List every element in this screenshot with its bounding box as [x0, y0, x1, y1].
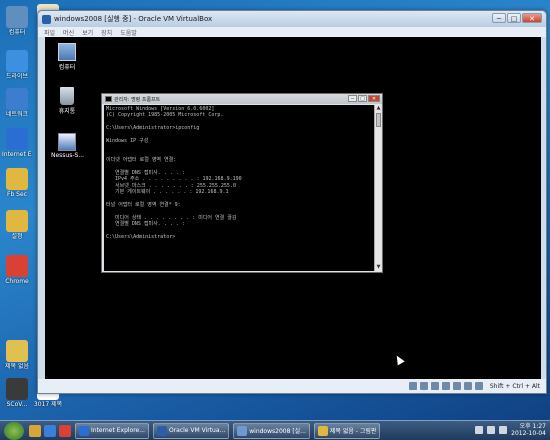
app-icon — [6, 6, 28, 28]
quick-launch-icon[interactable] — [44, 424, 56, 437]
desktop-icon[interactable]: Fb Sec — [2, 168, 32, 198]
taskbar-item-label: Internet Explore... — [91, 427, 145, 434]
nessus-icon — [58, 133, 76, 151]
cmd-icon — [105, 96, 112, 102]
desktop-icon-label: SCoV... — [6, 401, 28, 408]
taskbar-items: Internet Explore... Oracle VM Virtua... wi… — [71, 422, 381, 439]
taskbar-item-label: windows2008 [실... — [249, 428, 306, 435]
guest-icon-recycle-bin[interactable]: 휴지통 — [51, 87, 83, 115]
desktop-icon[interactable]: 컴퓨터 — [2, 6, 32, 36]
desktop-icon-label: Chrome — [5, 278, 29, 285]
clock[interactable]: 오후 1:27 2012-10-04 — [511, 423, 546, 437]
cd-status-icon[interactable] — [419, 382, 428, 390]
cmd-titlebar[interactable]: 관리자: 명령 프롬프트 ─ □ ✕ — [102, 94, 382, 104]
taskbar-app-icon — [317, 425, 328, 436]
scroll-thumb[interactable] — [376, 113, 381, 127]
scroll-up-arrow-icon[interactable]: ▲ — [375, 105, 382, 112]
quick-launch — [29, 424, 71, 437]
desktop-icon-label: 네트워크 — [5, 111, 29, 118]
guest-icon-computer[interactable]: 컴퓨터 — [51, 43, 83, 71]
app-icon — [6, 128, 28, 150]
quick-launch-icon[interactable] — [59, 424, 71, 437]
start-button[interactable] — [4, 421, 24, 440]
desktop-icon-label: 컴퓨터 — [8, 29, 26, 36]
desktop-icon-label: 제목 없음 — [5, 363, 29, 370]
recycle-bin-icon — [60, 87, 74, 105]
hdd-status-icon[interactable] — [408, 382, 417, 390]
app-icon — [6, 340, 28, 362]
app-icon — [6, 168, 28, 190]
menu-file[interactable]: 파일 — [44, 28, 55, 37]
desktop-icon[interactable]: 드라이브 — [2, 50, 32, 80]
taskbar-item[interactable]: windows2008 [실... — [233, 422, 310, 439]
desktop-icon[interactable]: 제목 없음 — [2, 340, 32, 370]
desktop-icon[interactable]: SCoV... — [2, 378, 32, 408]
quick-launch-icon[interactable] — [29, 424, 41, 437]
taskbar-item[interactable]: Oracle VM Virtua... — [152, 422, 230, 439]
taskbar-app-icon — [156, 425, 167, 436]
virtualbox-window: windows2008 [실행 중] - Oracle VM VirtualBo… — [37, 10, 547, 394]
tray-volume-icon[interactable] — [499, 426, 508, 434]
menu-help[interactable]: 도움말 — [120, 28, 137, 37]
desktop-icon[interactable]: Chrome — [2, 255, 32, 285]
cmd-console[interactable]: Microsoft Windows [Version 6.0.6002] (C) … — [104, 105, 374, 271]
menu-devices[interactable]: 장치 — [101, 28, 112, 37]
desktop-icon-label: Fb Sec — [7, 191, 27, 198]
close-button[interactable]: ✕ — [522, 13, 542, 23]
taskbar-item-label: Oracle VM Virtua... — [168, 427, 226, 434]
desktop-icon[interactable]: 네트워크 — [2, 88, 32, 118]
maximize-button[interactable]: □ — [507, 13, 521, 23]
virtualbox-menubar: 파일 머신 보기 장치 도움말 — [38, 27, 546, 37]
command-prompt-window: 관리자: 명령 프롬프트 ─ □ ✕ Microsoft Windows [Ve… — [101, 93, 383, 273]
desktop-icon-label: 드라이브 — [5, 73, 29, 80]
cmd-scrollbar[interactable]: ▲ ▼ — [374, 105, 381, 271]
mouse-cursor-icon — [393, 353, 405, 366]
display-status-icon[interactable] — [463, 382, 472, 390]
app-icon — [6, 210, 28, 232]
virtualbox-titlebar[interactable]: windows2008 [실행 중] - Oracle VM VirtualBo… — [38, 11, 546, 27]
app-icon — [6, 88, 28, 110]
app-icon — [6, 255, 28, 277]
console-line: C:\Users\Administrator> — [106, 233, 176, 240]
menu-view[interactable]: 보기 — [82, 28, 93, 37]
host-key-label: Shift + Ctrl + Alt — [489, 382, 540, 390]
tray-network-icon[interactable] — [487, 426, 496, 434]
guest-icon-nessus[interactable]: Nessus-S... — [51, 133, 84, 159]
minimize-button[interactable]: ─ — [492, 13, 506, 23]
desktop-icon[interactable]: 설정 — [2, 210, 32, 240]
desktop-icon[interactable]: Internet Explorer — [2, 128, 32, 158]
taskbar-item-label: 제목 없음 - 그림판 — [329, 428, 377, 435]
mouse-integration-icon[interactable] — [474, 382, 483, 390]
menu-machine[interactable]: 머신 — [63, 28, 74, 37]
desktop-icon-label: 설정 — [11, 233, 23, 240]
virtualbox-statusbar: Shift + Ctrl + Alt — [38, 379, 546, 393]
usb-status-icon[interactable] — [430, 382, 439, 390]
cmd-maximize-button[interactable]: □ — [358, 95, 367, 102]
vm-screen[interactable]: 컴퓨터 휴지통 Nessus-S... 관리자: 명령 프롬프트 ─ □ ✕ M… — [45, 37, 541, 379]
taskbar-item[interactable]: 제목 없음 - 그림판 — [313, 422, 381, 439]
desktop-icon-label: 3017 제목 — [33, 401, 63, 408]
computer-icon — [58, 43, 76, 61]
tray-flag-icon[interactable] — [475, 426, 484, 434]
shared-folder-icon[interactable] — [452, 382, 461, 390]
taskbar-app-icon — [79, 425, 89, 436]
cmd-minimize-button[interactable]: ─ — [348, 95, 357, 102]
taskbar: Internet Explore... Oracle VM Virtua... wi… — [0, 420, 550, 440]
clock-time: 오후 1:27 — [519, 423, 546, 430]
network-status-icon[interactable] — [441, 382, 450, 390]
cmd-title: 관리자: 명령 프롬프트 — [114, 96, 161, 103]
app-icon — [6, 50, 28, 72]
clock-date: 2012-10-04 — [511, 430, 546, 437]
desktop-icon-label: Internet Explorer — [2, 151, 32, 158]
virtualbox-icon — [42, 14, 51, 24]
scroll-down-arrow-icon[interactable]: ▼ — [375, 264, 382, 271]
taskbar-app-icon — [237, 425, 248, 436]
app-icon — [6, 378, 28, 400]
system-tray: 오후 1:27 2012-10-04 — [475, 423, 546, 437]
virtualbox-title: windows2008 [실행 중] - Oracle VM VirtualBo… — [54, 15, 213, 23]
taskbar-item[interactable]: Internet Explore... — [75, 422, 149, 439]
cmd-close-button[interactable]: ✕ — [368, 95, 380, 102]
